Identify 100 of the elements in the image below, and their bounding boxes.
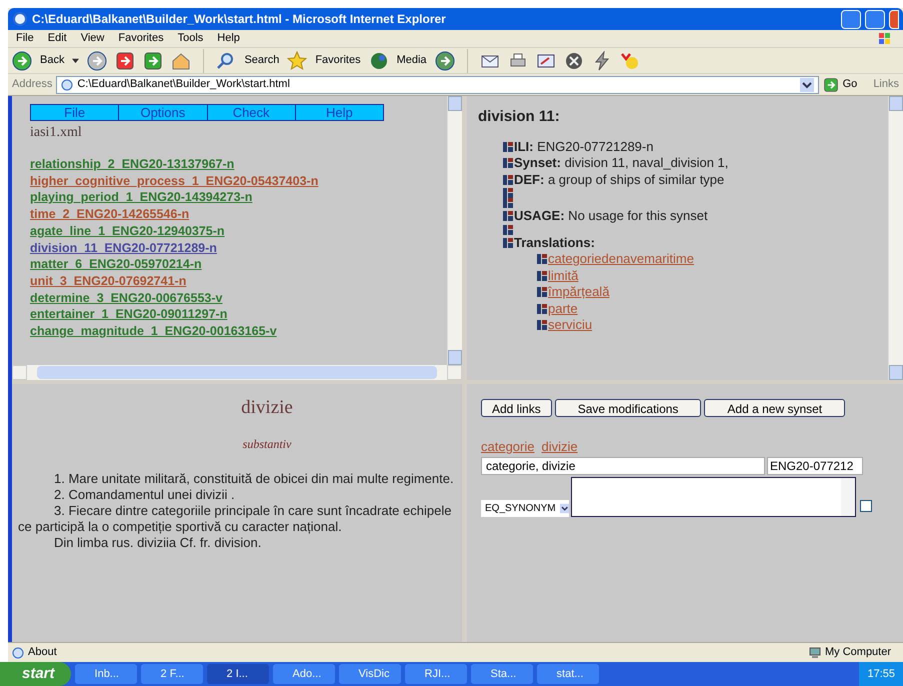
translation-link[interactable]: limită (548, 268, 578, 284)
address-label: Address (12, 77, 52, 92)
close-button[interactable] (889, 10, 899, 28)
action-button[interactable]: Save modifications (554, 399, 702, 417)
synset-field: DEF: a group of ships of similar type (514, 172, 724, 188)
bullet-icon (503, 198, 513, 208)
file-name: iasi1.xml (30, 124, 83, 142)
translation-link[interactable]: parte (548, 300, 578, 317)
synset-link[interactable]: playing_period_1_ENG20-14394273-n (30, 189, 252, 206)
back-icon[interactable] (12, 50, 32, 70)
search-button[interactable]: Search (244, 52, 280, 69)
caret-icon[interactable] (72, 57, 80, 64)
start-button[interactable]: start (0, 662, 71, 686)
links-button[interactable]: Links (873, 76, 899, 93)
taskbar-button[interactable]: Sta... (470, 664, 533, 684)
literal-link[interactable]: divizie (541, 437, 578, 456)
clock: 17:55 (867, 666, 895, 682)
app-menu-tab[interactable]: File (31, 105, 120, 120)
synset-link[interactable]: entertainer_1_ENG20-09011297-n (30, 306, 228, 324)
synset-link[interactable]: higher_cognitive_process_1_ENG20-05437403-n (30, 172, 318, 190)
synset-title: division 11: (478, 107, 561, 127)
star-icon[interactable] (287, 50, 308, 70)
zone-text: My Computer (825, 645, 892, 660)
page-icon (12, 646, 24, 658)
media-icon[interactable] (368, 50, 389, 70)
vertical-scrollbar[interactable] (888, 96, 903, 380)
taskbar-button[interactable]: stat... (536, 664, 599, 684)
bullet-icon (537, 287, 547, 298)
menu-item[interactable]: Edit (48, 30, 67, 47)
taskbar-button[interactable]: 2 I... (206, 664, 269, 684)
synset-field: USAGE: No usage for this synset (514, 208, 708, 224)
bullet-icon (503, 211, 513, 222)
synset-link[interactable]: matter_6_ENG20-05970214-n (30, 256, 202, 273)
menu-item[interactable]: Help (217, 30, 240, 47)
translation-link[interactable]: împărțeală (548, 284, 610, 300)
circle-icon[interactable] (564, 50, 584, 70)
maximize-button[interactable] (865, 10, 885, 28)
minimize-button[interactable] (841, 10, 861, 28)
windows-logo-icon (879, 32, 891, 44)
media-button[interactable]: Media (396, 52, 427, 69)
menu-item[interactable]: Tools (178, 30, 204, 47)
computer-icon (809, 646, 821, 658)
part-of-speech: substantiv (242, 436, 292, 452)
dropdown-icon[interactable] (800, 78, 814, 92)
synset-link[interactable]: determine_3_ENG20-00676553-v (30, 290, 222, 306)
bullet-icon (537, 270, 547, 281)
synset-link[interactable]: change_magnitude_1_ENG20-00163165-v (30, 323, 277, 340)
page-icon (61, 78, 74, 90)
app-menu-tab[interactable]: Help (296, 105, 383, 120)
text-area[interactable] (571, 476, 856, 516)
synset-field: Synset: division 11, naval_division 1, (514, 155, 728, 172)
id-field[interactable]: ENG20-077212 (767, 456, 863, 474)
bullet-icon (503, 142, 513, 152)
app-menu-tab[interactable]: Options (119, 105, 208, 120)
synset-field: Translations: (514, 234, 595, 251)
definition-text: 3. Fiecare dintre categoriile principale în care sunt încadrate echipele ce participă la o competiție sportivă cu caracter național. (18, 502, 452, 534)
bullet-icon (537, 304, 547, 314)
go-button[interactable]: Go (842, 76, 858, 93)
horizontal-scrollbar[interactable] (12, 365, 462, 380)
vertical-scrollbar[interactable] (447, 96, 462, 365)
menu-item[interactable]: Favorites (118, 30, 164, 47)
bullet-icon (503, 238, 513, 248)
headword: divizie (240, 396, 294, 420)
bullet-icon (503, 188, 513, 198)
relation-dropdown[interactable]: EQ_SYNONYM (481, 500, 569, 516)
window-title: C:\Eduard\Balkanet\Builder_Work\start.html - Microsoft Internet Explorer (32, 11, 447, 28)
back-button[interactable]: Back (40, 52, 64, 69)
app-menu-tab[interactable]: Check (208, 105, 296, 120)
literal-link[interactable]: categorie (481, 437, 534, 456)
synset-link[interactable]: unit_3_ENG20-07692741-n (30, 272, 186, 290)
synset-link[interactable]: time_2_ENG20-14265546-n (30, 206, 190, 223)
status-text: About (28, 645, 58, 660)
taskbar-button[interactable]: Ado... (272, 664, 335, 684)
bullet-icon (537, 254, 547, 264)
browser-icon (12, 11, 28, 27)
translation-link[interactable]: categoriedenavemaritime (548, 251, 694, 268)
address-field[interactable]: C:\Eduard\Balkanet\Builder_Work\start.html (56, 76, 819, 94)
action-button[interactable]: Add a new synset (704, 399, 846, 417)
taskbar-button[interactable]: Inb... (74, 664, 137, 684)
action-button[interactable]: Add links (481, 399, 552, 417)
bullet-icon (503, 174, 513, 185)
taskbar-button[interactable]: VisDic (338, 664, 401, 684)
literals-field[interactable]: categorie, divizie (481, 456, 765, 474)
menu-item[interactable]: File (16, 30, 34, 47)
home-icon[interactable] (171, 50, 192, 70)
menu-item[interactable]: View (80, 30, 104, 47)
dropdown-icon[interactable] (560, 502, 569, 514)
synset-link[interactable]: agate_line_1_ENG20-12940375-n (30, 222, 225, 240)
bullet-icon (537, 320, 547, 330)
favorites-button[interactable]: Favorites (315, 52, 361, 69)
synset-link[interactable]: relationship_2_ENG20-13137967-n (30, 156, 234, 173)
checkbox[interactable] (860, 500, 872, 512)
definition-text: Din limba rus. diviziia Cf. fr. division. (53, 534, 262, 550)
translation-link[interactable]: serviciu (548, 317, 592, 334)
forward-icon[interactable] (87, 50, 108, 70)
definition-text: 2. Comandamentul unei divizii . (53, 486, 236, 502)
synset-link[interactable]: division_11_ENG20-07721289-n (30, 240, 217, 256)
taskbar-button[interactable]: RJI... (404, 664, 467, 684)
taskbar-button[interactable]: 2 F... (140, 664, 203, 684)
definition-text: 1. Mare unitate militară, constituită de obicei din mai multe regimente. (53, 470, 455, 486)
